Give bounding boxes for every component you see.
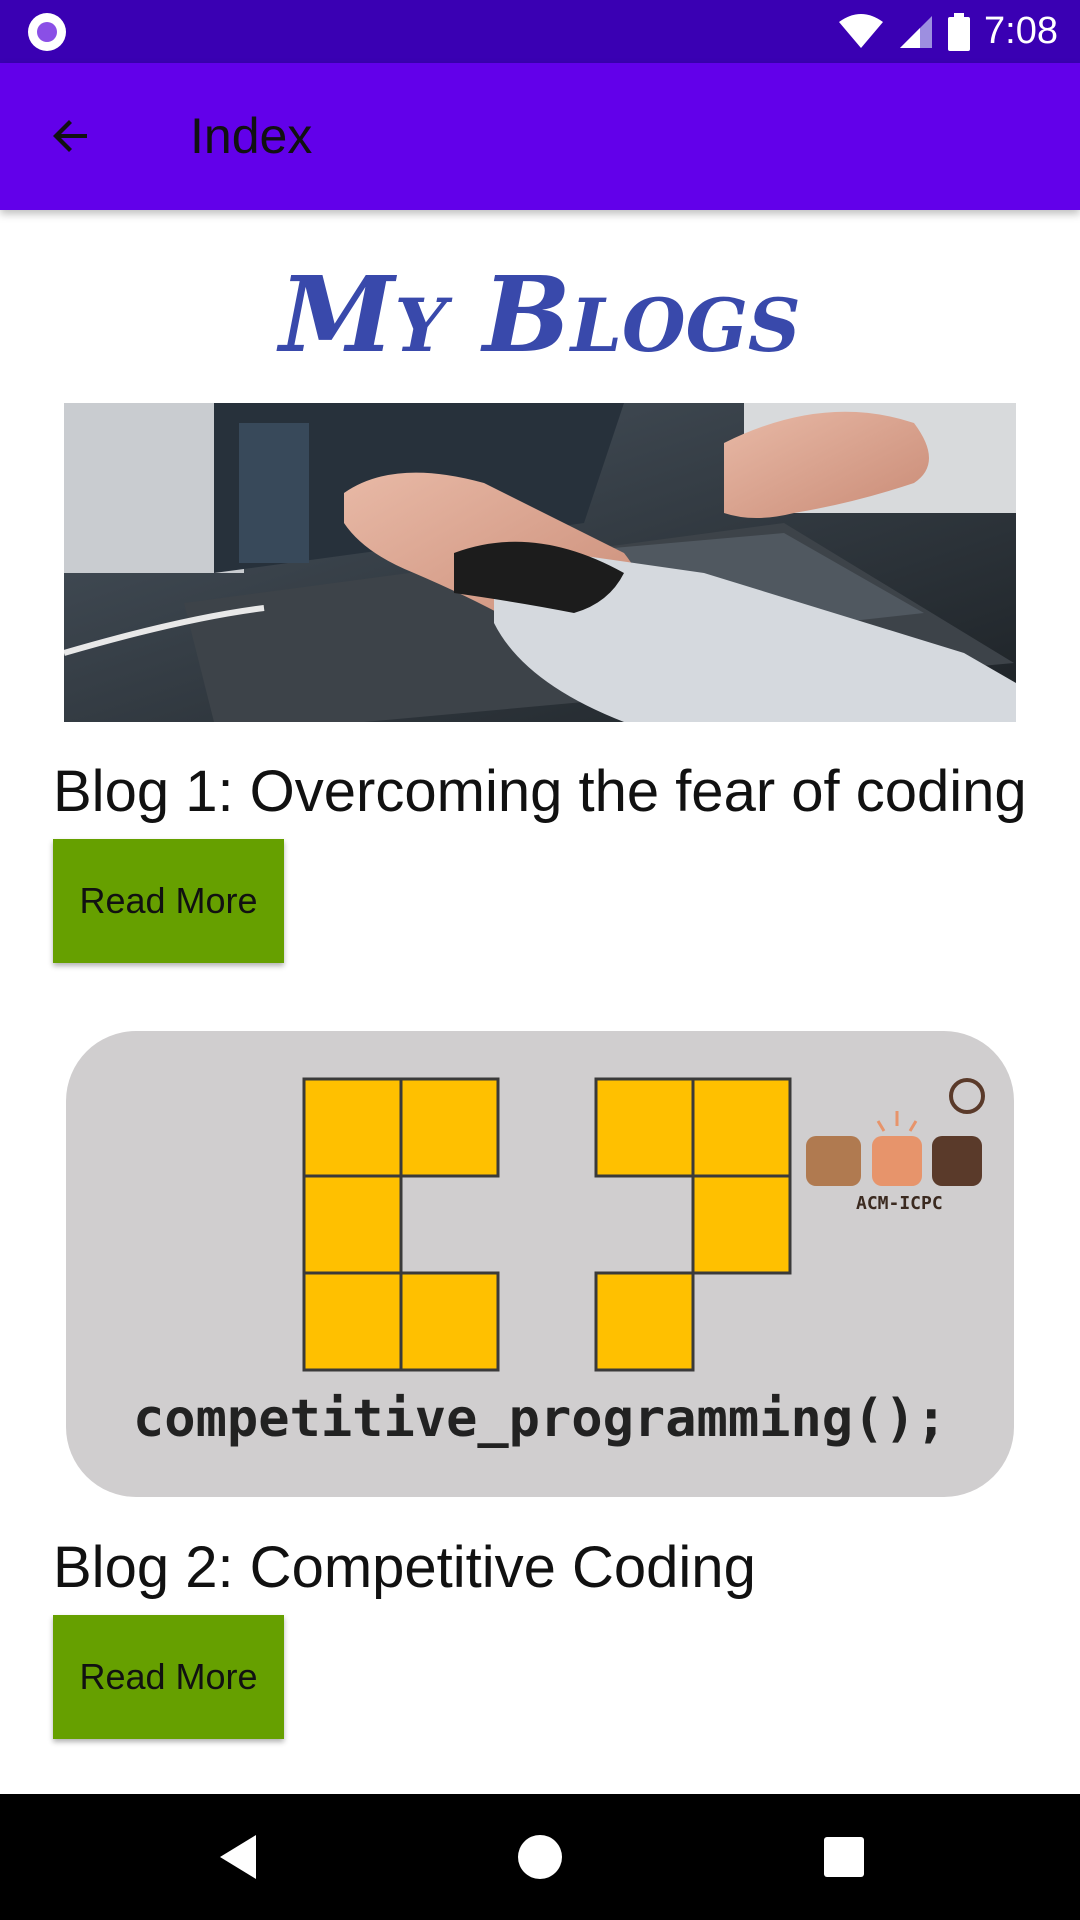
blog-2-image: ACM-ICPC competitive_programming(); [66, 1031, 1014, 1497]
back-triangle-icon [220, 1835, 256, 1879]
back-button[interactable] [36, 101, 106, 171]
status-icons: 7:08 [838, 0, 1058, 63]
acm-icpc-badge: ACM-ICPC [856, 1193, 943, 1214]
recents-square-icon [824, 1837, 864, 1877]
navigation-bar [0, 1794, 1080, 1920]
blog-1-image [64, 403, 1016, 722]
nav-home-button[interactable] [477, 1794, 603, 1920]
page-heading: My Blogs [279, 253, 801, 376]
nav-recents-button[interactable] [781, 1794, 907, 1920]
blog-2-read-more-button[interactable]: Read More [53, 1615, 284, 1739]
app-bar: Index [0, 63, 1080, 210]
laptop-hands-photo [64, 403, 1016, 722]
notification-dot-icon [28, 13, 66, 51]
blog-1-read-more-button[interactable]: Read More [53, 839, 284, 963]
status-time: 7:08 [984, 10, 1058, 52]
battery-icon [948, 12, 971, 51]
app-title: Index [190, 108, 313, 164]
blog-1-title: Blog 1: Overcoming the fear of coding [53, 759, 1027, 824]
competitive-programming-text: competitive_programming(); [133, 1389, 947, 1449]
wifi-icon [839, 13, 884, 48]
home-circle-icon [518, 1835, 562, 1879]
cell-signal-icon [900, 15, 933, 48]
arrow-left-icon [53, 120, 87, 152]
blog-2-title: Blog 2: Competitive Coding [53, 1535, 756, 1600]
status-bar: 7:08 [0, 0, 1080, 63]
nav-back-button[interactable] [175, 1794, 301, 1920]
